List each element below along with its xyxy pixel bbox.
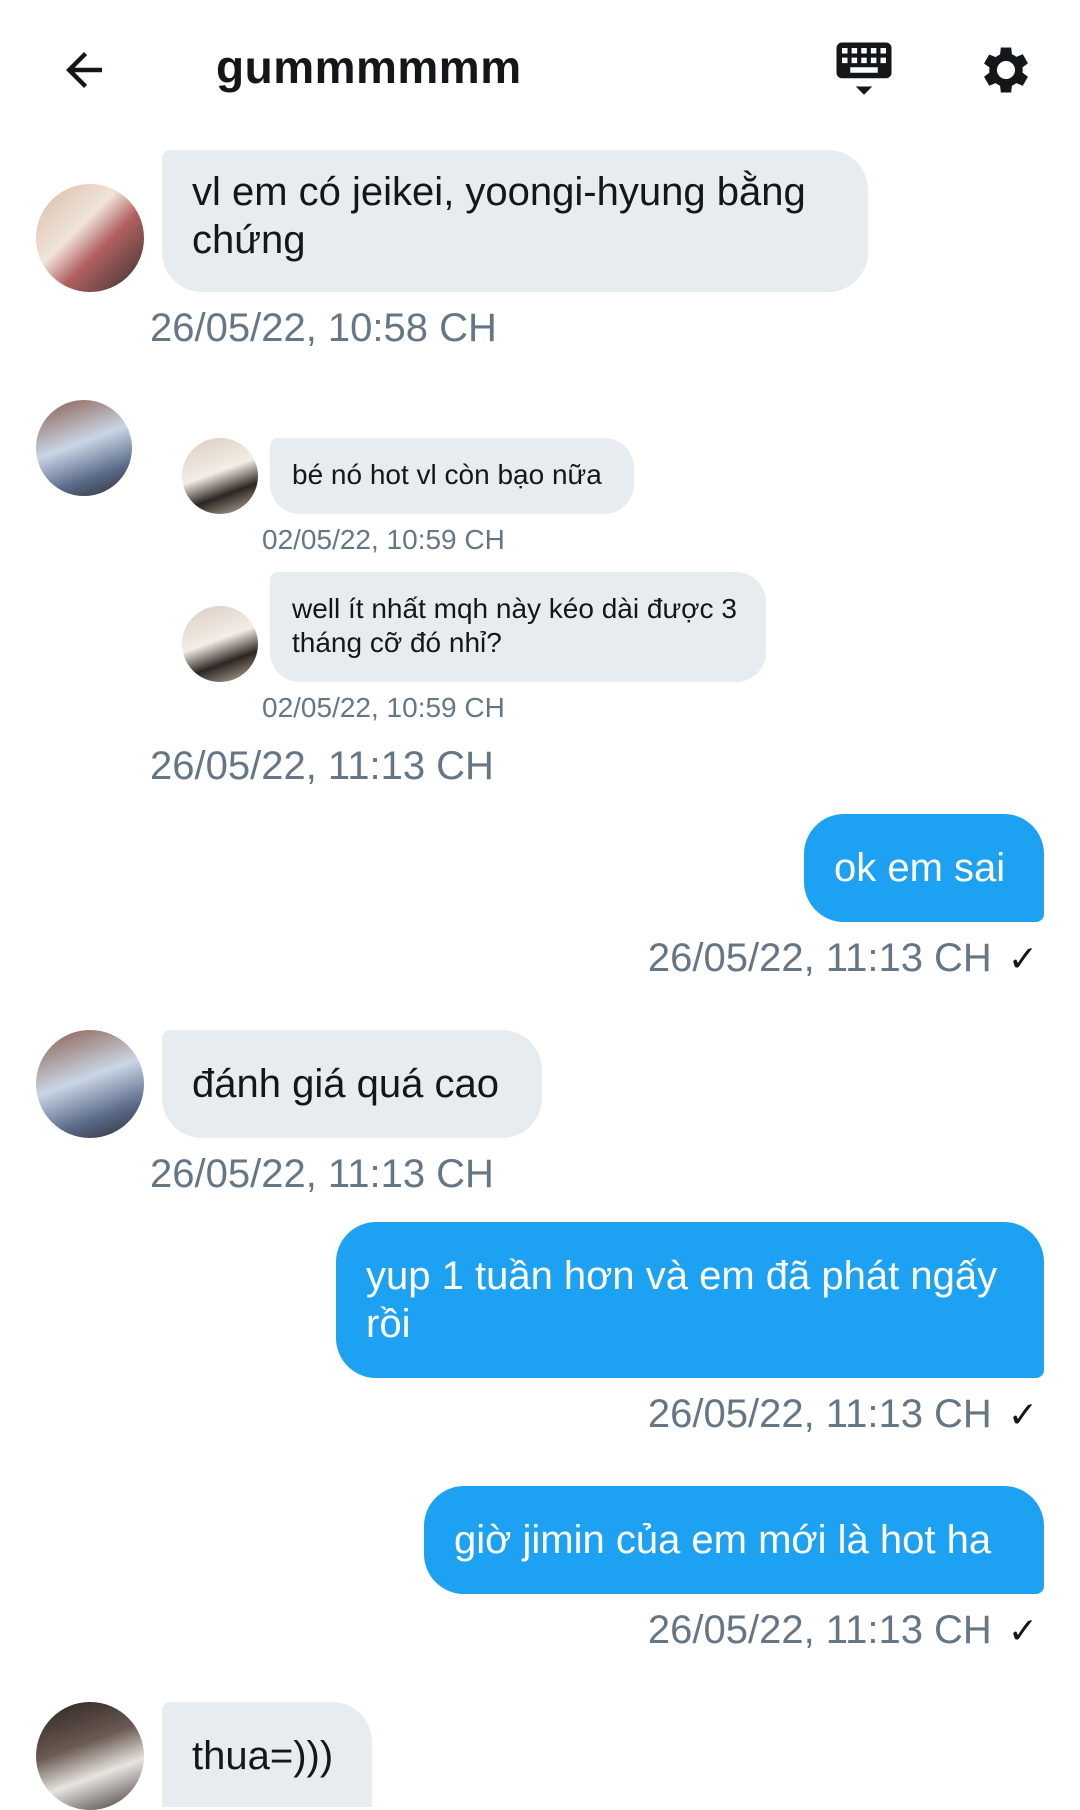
message-text: thua=))) (192, 1734, 334, 1778)
conversation-title: gummmmmm (216, 41, 522, 93)
message-bubble[interactable]: thua=))) (162, 1702, 372, 1807)
message-bubble[interactable]: ok em sai (804, 814, 1044, 922)
quoted-message-timestamp: 02/05/22, 10:59 CH (262, 524, 505, 555)
message-timestamp: 26/05/22, 11:13 CH (150, 744, 494, 788)
message-timestamp: 26/05/22, 11:13 CH (647, 936, 992, 980)
quoted-message-text: bé nó hot vl còn bạo nữa (292, 459, 602, 490)
message-timestamp: 26/05/22, 11:13 CH (647, 1392, 992, 1436)
sent-check-icon: ✓ (1007, 1393, 1038, 1435)
message-meta: 26/05/22, 11:13 CH ✓ (648, 1392, 1038, 1437)
quoted-message-bubble: bé nó hot vl còn bạo nữa (270, 438, 634, 514)
message-bubble[interactable]: vl em có jeikei, yoongi-hyung bằng chứng (162, 150, 868, 292)
message-timestamp: 26/05/22, 10:58 CH (150, 306, 497, 350)
message-text: ok em sai (834, 846, 1006, 890)
shared-conversation[interactable]: bé nó hot vl còn bạo nữa 02/05/22, 10:59… (170, 420, 790, 730)
sent-check-icon: ✓ (1007, 937, 1038, 979)
message-text: giờ jimin của em mới là hot ha (454, 1518, 992, 1562)
message-text: vl em có jeikei, yoongi-hyung bằng chứng (192, 170, 806, 262)
quoted-avatar (182, 438, 258, 514)
quoted-message-timestamp: 02/05/22, 10:59 CH (262, 692, 505, 723)
gear-icon (984, 47, 1028, 93)
message-meta: 26/05/22, 11:13 CH ✓ (648, 936, 1038, 981)
keyboard-icon (836, 42, 892, 95)
avatar[interactable] (36, 1702, 144, 1810)
quoted-message-text: well ít nhất mqh này kéo dài được 3 thán… (292, 593, 737, 658)
message-bubble[interactable]: yup 1 tuần hơn và em đã phát ngấy rồi (336, 1222, 1044, 1378)
quoted-avatar (182, 606, 258, 682)
message-timestamp: 26/05/22, 11:13 CH (647, 1608, 992, 1652)
quoted-message-bubble: well ít nhất mqh này kéo dài được 3 thán… (270, 572, 766, 682)
keyboard-button[interactable] (826, 30, 902, 110)
message-bubble[interactable]: giờ jimin của em mới là hot ha (424, 1486, 1044, 1594)
avatar[interactable] (36, 400, 132, 496)
settings-button[interactable] (966, 30, 1046, 110)
back-button[interactable] (44, 30, 124, 110)
message-text: đánh giá quá cao (192, 1062, 499, 1106)
avatar[interactable] (36, 1030, 144, 1138)
arrow-left-icon (66, 52, 102, 88)
message-bubble[interactable]: đánh giá quá cao (162, 1030, 542, 1138)
sent-check-icon: ✓ (1007, 1609, 1038, 1651)
message-meta: 26/05/22, 11:13 CH ✓ (648, 1608, 1038, 1653)
message-timestamp: 26/05/22, 11:13 CH (150, 1152, 494, 1196)
message-text: yup 1 tuần hơn và em đã phát ngấy rồi (366, 1254, 998, 1346)
avatar[interactable] (36, 184, 144, 292)
